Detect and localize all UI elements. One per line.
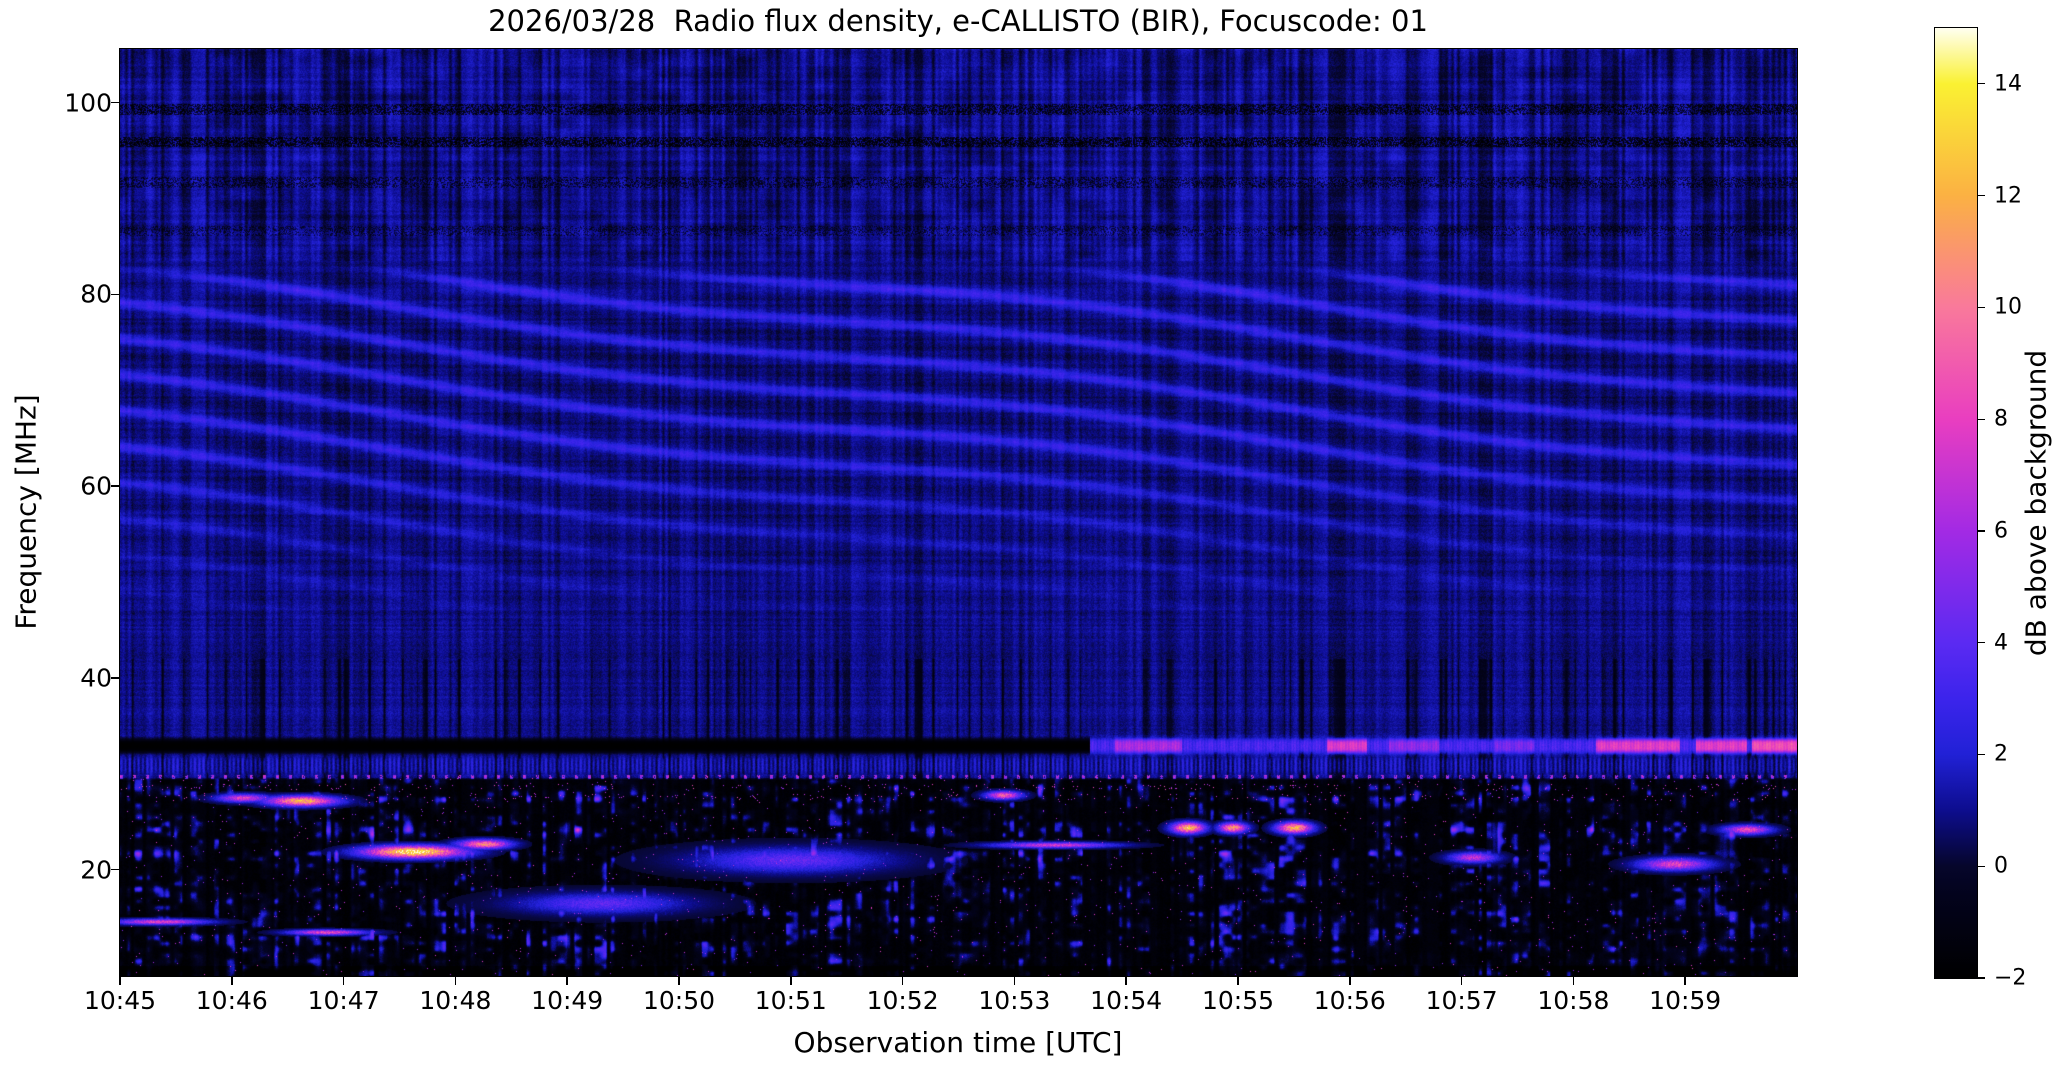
x-tick-mark [342,977,345,985]
x-tick-label: 10:58 [1537,986,1610,1015]
x-tick-label: 10:48 [419,986,492,1015]
colorbar-label: dB above background [2019,349,2053,657]
x-tick-label: 10:52 [866,986,939,1015]
x-tick-label: 10:46 [195,986,268,1015]
colorbar-tick-mark [1978,306,1985,308]
x-tick-mark [119,977,121,985]
colorbar-tick-label: 6 [1994,518,2008,544]
y-tick-label: 60 [80,471,112,501]
y-tick-label: 80 [80,279,112,309]
colorbar-tick-label: 8 [1994,406,2008,432]
colorbar-tick-label: 12 [1994,183,2022,209]
x-tick-mark [1684,977,1686,985]
colorbar-tick-mark [1978,83,1985,85]
colorbar-tick-label: 10 [1994,294,2022,320]
y-tick-mark [111,677,119,679]
y-tick-mark [111,868,119,871]
chart-title: 2026/03/28 Radio flux density, e-CALLIST… [488,4,1428,38]
x-tick-mark [566,977,568,985]
y-tick-mark [111,101,119,104]
y-tick-label: 100 [64,88,112,118]
x-tick-mark [1572,977,1575,985]
spectrogram-canvas [119,48,1798,977]
x-axis-label: Observation time [UTC] [793,1026,1123,1059]
x-tick-label: 10:54 [1090,986,1163,1015]
x-tick-label: 10:56 [1313,986,1386,1015]
x-tick-label: 10:55 [1201,986,1275,1015]
colorbar-tick-mark [1978,418,1985,420]
colorbar-tick-label: −2 [1994,965,2027,991]
y-axis-label: Frequency [MHz] [9,394,43,630]
x-tick-mark [678,977,680,985]
colorbar-tick-mark [1978,753,1985,756]
spectrogram-figure: 2026/03/28 Radio flux density, e-CALLIST… [0,0,2066,1067]
x-tick-label: 10:57 [1425,986,1498,1015]
y-tick-label: 20 [80,855,112,885]
colorbar [1934,27,1978,979]
y-tick-mark [111,485,119,487]
colorbar-tick-label: 14 [1994,71,2022,97]
colorbar-tick-mark [1978,865,1985,867]
x-tick-mark [1237,977,1239,985]
colorbar-tick-mark [1978,977,1985,979]
x-tick-mark [790,977,792,985]
x-tick-label: 10:50 [642,986,716,1015]
colorbar-tick-label: 4 [1994,630,2008,656]
x-tick-label: 10:53 [978,986,1051,1015]
x-tick-label: 10:47 [307,986,380,1015]
x-tick-mark [1460,977,1463,985]
x-tick-mark [1125,977,1127,985]
x-tick-mark [1013,977,1016,985]
x-tick-mark [1349,977,1351,985]
y-tick-mark [111,293,119,296]
x-tick-label: 10:49 [531,986,604,1015]
x-tick-label: 10:45 [83,986,157,1015]
x-tick-mark [454,977,457,985]
x-tick-mark [901,977,904,985]
colorbar-tick-mark [1978,642,1985,644]
colorbar-tick-mark [1978,195,1985,197]
x-tick-mark [231,977,233,985]
y-tick-label: 40 [80,663,112,693]
x-tick-label: 10:51 [754,986,827,1015]
x-tick-label: 10:59 [1649,986,1722,1015]
colorbar-tick-label: 2 [1994,741,2008,767]
colorbar-tick-label: 0 [1994,853,2008,879]
colorbar-tick-mark [1978,530,1985,532]
